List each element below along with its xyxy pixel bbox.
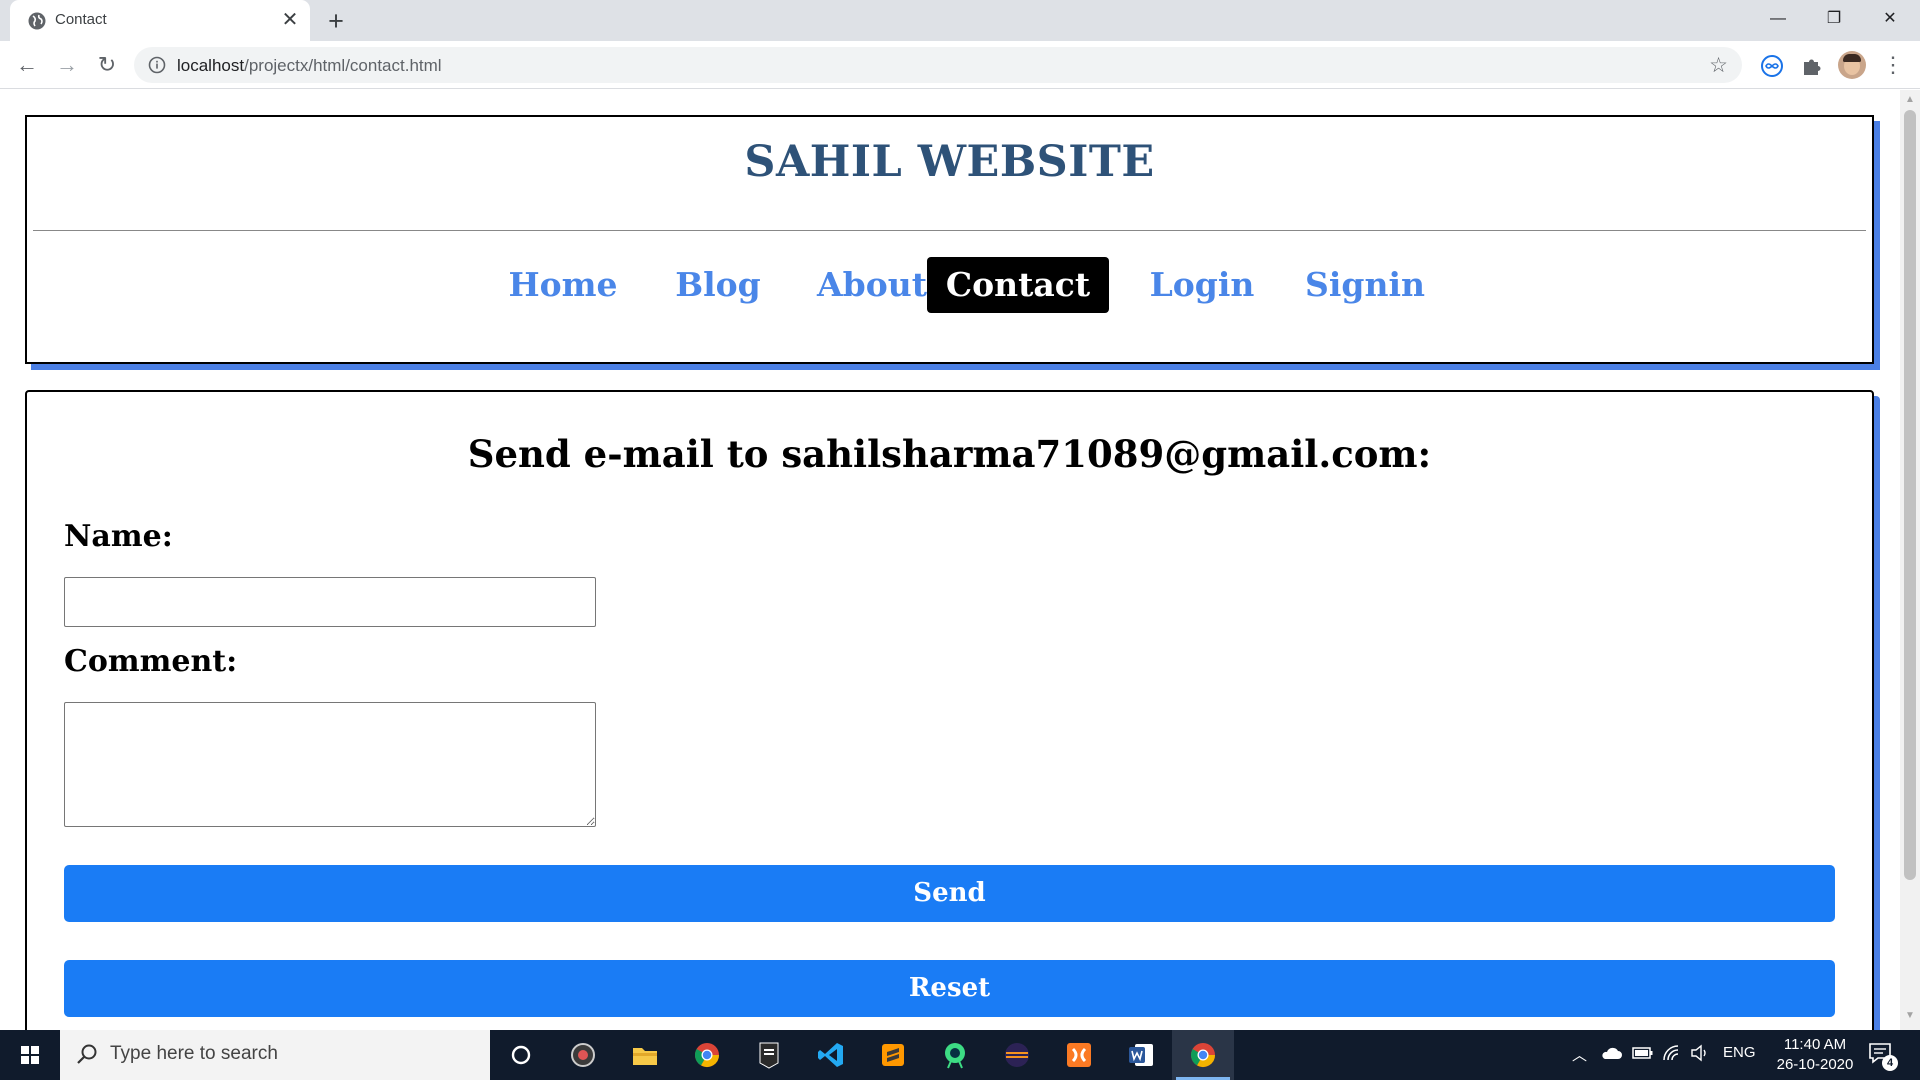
info-icon[interactable]	[148, 56, 166, 74]
page-scrollbar[interactable]: ▲ ▼	[1900, 90, 1920, 1030]
nav-signin[interactable]: Signin	[1295, 257, 1435, 313]
wifi-icon[interactable]	[1662, 1044, 1682, 1062]
sublime-text-icon[interactable]	[862, 1030, 924, 1080]
nav-home[interactable]: Home	[501, 257, 625, 313]
clock-time: 11:40 AM	[1783, 1036, 1847, 1053]
windows-start-icon[interactable]	[0, 1030, 60, 1080]
tab-close-icon[interactable]: ✕	[278, 8, 302, 32]
android-studio-logo-icon	[945, 1043, 965, 1069]
folder-icon	[633, 1048, 657, 1065]
chrome-active-icon[interactable]	[1172, 1030, 1234, 1080]
browser-tab[interactable]: Contact ✕	[10, 0, 310, 41]
close-window-button[interactable]: ✕	[1862, 0, 1918, 38]
main-nav: Home Blog About Contact Login Signin	[27, 257, 1872, 313]
search-placeholder: Type here to search	[110, 1043, 278, 1064]
file-explorer-icon[interactable]	[614, 1030, 676, 1080]
cortana-ring-icon	[511, 1045, 531, 1065]
word-logo-icon	[1129, 1044, 1153, 1066]
url-host: localhost	[177, 56, 245, 75]
nav-blog[interactable]: Blog	[663, 257, 773, 313]
browser-tab-strip: Contact ✕ + — ❐ ✕	[0, 0, 1920, 41]
cortana-icon[interactable]	[490, 1030, 552, 1080]
url-text[interactable]: localhost/projectx/html/contact.html	[177, 56, 442, 76]
xampp-icon[interactable]	[1048, 1030, 1110, 1080]
avatar-hair	[1843, 54, 1861, 62]
contact-form: Send e-mail to sahilsharma71089@gmail.co…	[25, 390, 1874, 1030]
globe-icon	[28, 12, 46, 30]
restore-button[interactable]: ❐	[1806, 0, 1862, 38]
browser-toolbar: ← → ↻ localhost/projectx/html/contact.ht…	[0, 41, 1920, 89]
nav-about[interactable]: About	[807, 257, 937, 313]
action-center-icon[interactable]: 4	[1868, 1042, 1898, 1071]
chrome-logo-icon	[694, 1043, 719, 1068]
page-viewport: SAHIL WEBSITE Home Blog About Contact Lo…	[0, 90, 1900, 1030]
comment-label: Comment:	[64, 644, 238, 679]
infinity-extension-icon[interactable]	[1760, 54, 1784, 78]
site-title: SAHIL WEBSITE	[744, 137, 1155, 187]
profile-avatar[interactable]	[1838, 51, 1866, 79]
epic-games-icon[interactable]	[738, 1030, 800, 1080]
epic-shield-icon	[759, 1042, 779, 1069]
eclipse-logo-icon	[1005, 1043, 1029, 1067]
word-icon[interactable]	[1110, 1030, 1172, 1080]
eclipse-icon[interactable]	[986, 1030, 1048, 1080]
form-heading: Send e-mail to sahilsharma71089@gmail.co…	[467, 432, 1432, 476]
new-tab-button[interactable]: +	[322, 7, 350, 35]
comment-textarea[interactable]	[64, 702, 596, 827]
nav-contact[interactable]: Contact	[927, 257, 1109, 313]
name-label: Name:	[64, 519, 173, 554]
site-header: SAHIL WEBSITE Home Blog About Contact Lo…	[25, 115, 1874, 364]
obs-record-icon	[571, 1043, 595, 1067]
tab-title: Contact	[55, 11, 107, 28]
name-input[interactable]	[64, 577, 596, 627]
back-arrow-icon[interactable]: ←	[12, 50, 42, 80]
chrome-icon[interactable]	[676, 1030, 738, 1080]
reset-button[interactable]: Reset	[64, 960, 1835, 1017]
header-divider	[33, 230, 1866, 231]
android-studio-icon[interactable]	[924, 1030, 986, 1080]
taskbar-search[interactable]: Type here to search	[60, 1030, 490, 1080]
taskbar-clock[interactable]: 11:40 AM 26-10-2020	[1760, 1035, 1870, 1075]
tray-chevron-up-icon[interactable]: ︿	[1572, 1044, 1587, 1065]
vscode-logo-icon	[818, 1043, 843, 1067]
reload-icon[interactable]: ↻	[92, 50, 122, 80]
windows-taskbar: Type here to search ︿ ENG 11:40 AM 26-10…	[0, 1030, 1920, 1080]
sublime-logo-icon	[882, 1044, 904, 1066]
battery-icon[interactable]	[1632, 1046, 1654, 1060]
chrome-active-logo-icon	[1190, 1043, 1215, 1068]
scroll-up-arrow-icon[interactable]: ▲	[1900, 94, 1920, 108]
vscode-icon[interactable]	[800, 1030, 862, 1080]
obs-icon[interactable]	[552, 1030, 614, 1080]
volume-icon[interactable]	[1690, 1044, 1710, 1062]
xampp-logo-icon	[1067, 1043, 1091, 1067]
browser-menu-icon[interactable]: ⋮	[1882, 52, 1904, 78]
address-bar[interactable]: localhost/projectx/html/contact.html ☆	[134, 47, 1742, 83]
search-icon	[77, 1044, 97, 1064]
extensions-puzzle-icon[interactable]	[1800, 54, 1824, 78]
scroll-down-arrow-icon[interactable]: ▼	[1900, 1010, 1920, 1024]
notification-count-badge: 4	[1882, 1055, 1898, 1071]
minimize-button[interactable]: —	[1750, 0, 1806, 38]
bookmark-star-icon[interactable]: ☆	[1709, 53, 1728, 78]
forward-arrow-icon[interactable]: →	[52, 50, 82, 80]
scroll-thumb[interactable]	[1904, 110, 1916, 880]
onedrive-cloud-icon[interactable]	[1600, 1045, 1622, 1061]
language-indicator[interactable]: ENG	[1723, 1044, 1756, 1061]
url-path: /projectx/html/contact.html	[244, 56, 442, 75]
nav-login[interactable]: Login	[1137, 257, 1267, 313]
send-button[interactable]: Send	[64, 865, 1835, 922]
clock-date: 26-10-2020	[1776, 1056, 1854, 1073]
